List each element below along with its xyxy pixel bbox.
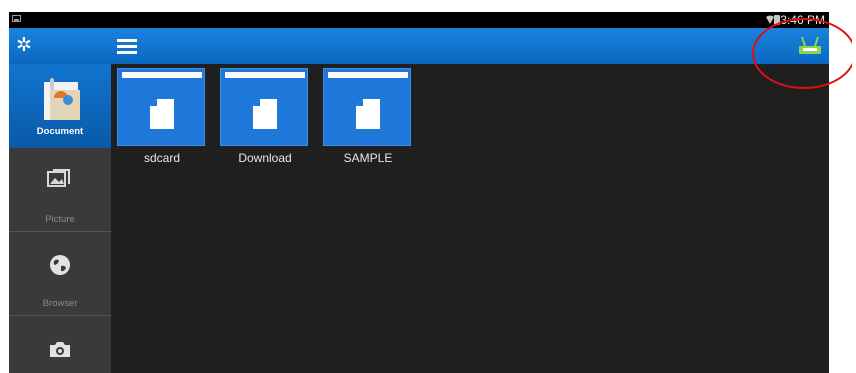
folder-item-sample[interactable]: SAMPLE [323,68,413,170]
app-bar: ✲ [9,28,829,64]
sidebar-item-camera[interactable] [9,316,111,373]
file-icon [253,99,277,129]
folder-item-sdcard[interactable]: sdcard [117,68,207,170]
file-icon [150,99,174,129]
globe-icon [50,255,70,275]
picture-icon [47,169,70,187]
wifi-icon [766,15,774,24]
status-bar: 3:46 PM [9,12,829,28]
file-grid: sdcard Download SAMPLE [111,64,829,373]
folder-thumbnail [323,68,411,146]
gear-icon[interactable]: ✲ [9,28,39,64]
camera-icon [50,342,70,357]
screenshot-thumbnail-icon [12,15,21,22]
hamburger-menu-icon[interactable] [117,39,137,54]
sidebar-item-label: Browser [42,298,78,309]
highlight-ring [752,18,852,89]
app-screen: 3:46 PM ✲ Document Picture Browser sdcar… [9,12,829,373]
sidebar-item-label: Picture [45,214,75,225]
sidebar-item-browser[interactable]: Browser [9,232,111,316]
sidebar-item-picture[interactable]: Picture [9,148,111,232]
sidebar: Document Picture Browser [9,64,111,373]
document-folder-icon [44,78,80,120]
file-icon [356,99,380,129]
sidebar-item-label: Document [36,126,84,137]
sidebar-item-document[interactable]: Document [9,64,111,148]
folder-thumbnail [220,68,308,146]
folder-name: SAMPLE [343,151,393,165]
folder-item-download[interactable]: Download [220,68,310,170]
folder-thumbnail [117,68,205,146]
